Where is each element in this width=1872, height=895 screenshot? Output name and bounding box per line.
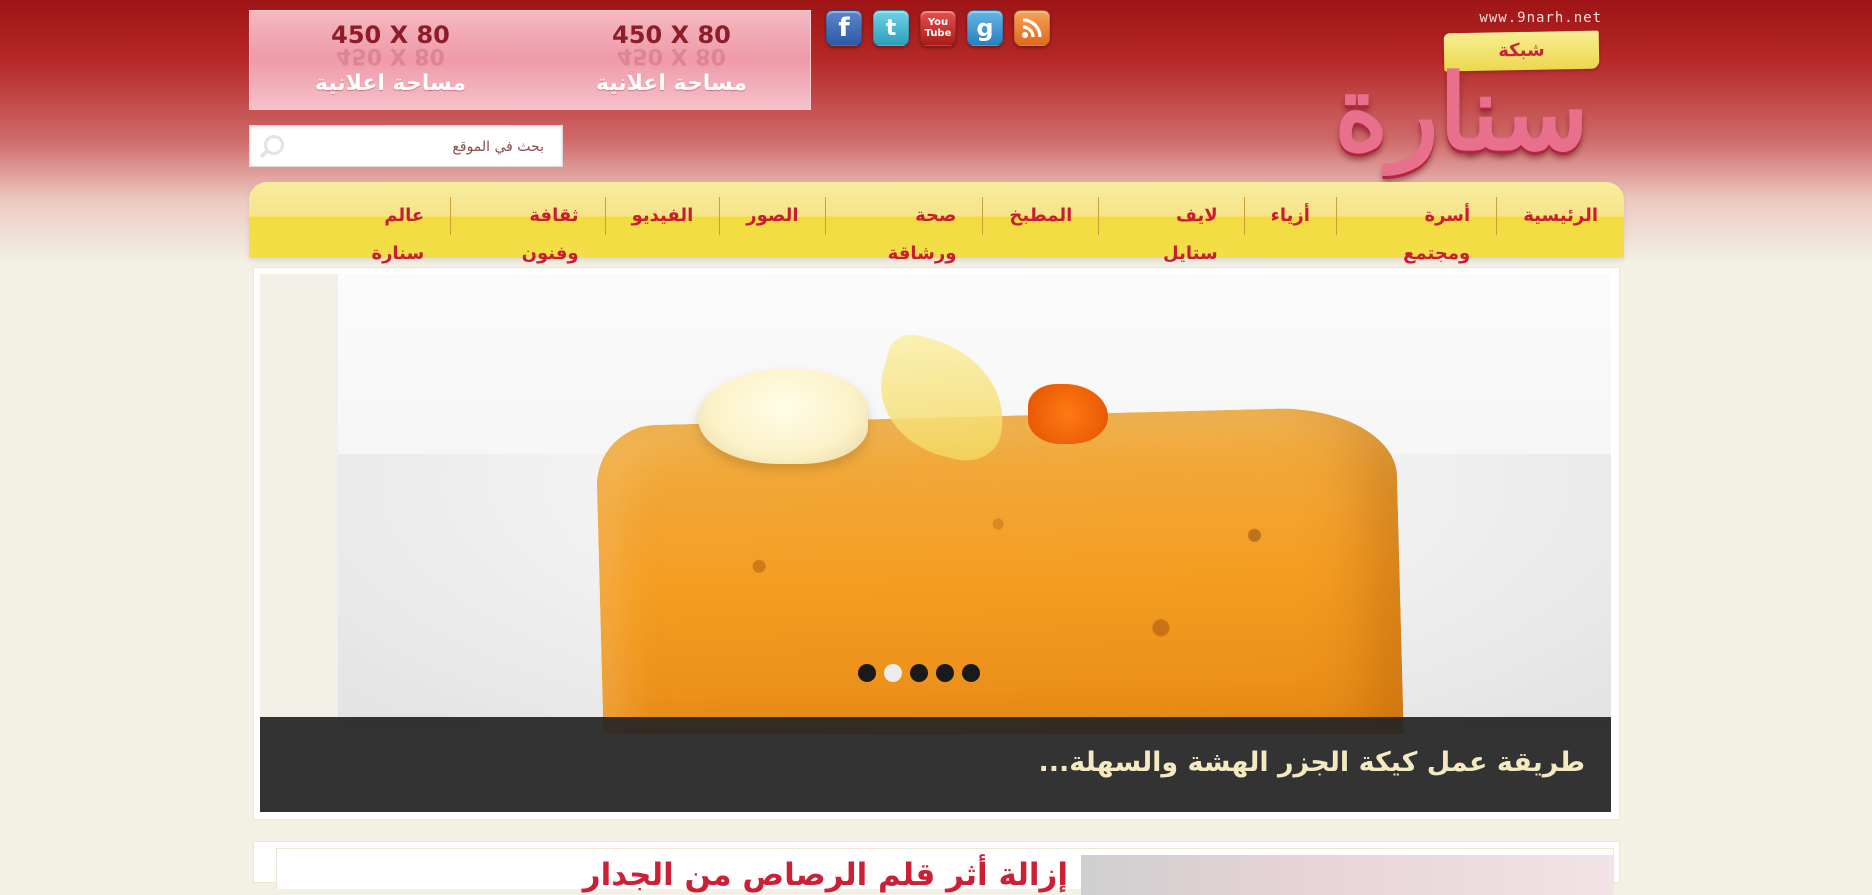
search-icon[interactable] — [264, 135, 284, 155]
ad-label: مساحة اعلانية — [596, 71, 747, 96]
nav-item-video[interactable]: الفيديو — [604, 197, 720, 235]
slider-pagination — [858, 664, 980, 682]
article-thumbnail[interactable] — [1081, 855, 1613, 895]
google-icon[interactable]: g — [967, 10, 1003, 46]
slide-orange-peel — [1028, 384, 1108, 444]
nav-item-photos[interactable]: الصور — [719, 197, 824, 235]
nav-item-family[interactable]: أسرة ومجتمع — [1335, 197, 1496, 264]
slide-cream — [698, 369, 868, 464]
slide-cake — [595, 405, 1405, 734]
rss-icon[interactable] — [1014, 10, 1050, 46]
article-card[interactable]: إزالة أثر قلم الرصاص من الجدار — [276, 848, 1614, 895]
logo-wordmark: سنارة — [1334, 51, 1589, 174]
nav-item-fashion[interactable]: أزياء — [1243, 197, 1336, 235]
page-wrapper: 450 X 80 450 X 80 مساحة اعلانية 450 X 80… — [249, 0, 1624, 895]
slider-dot[interactable] — [884, 664, 902, 682]
slider-dot[interactable] — [910, 664, 928, 682]
site-logo[interactable]: www.9narh.net شبكة سنارة — [1334, 0, 1624, 185]
nav-item-home[interactable]: الرئيسية — [1496, 197, 1624, 235]
youtube-glyph-top: You — [927, 17, 949, 28]
slide-caption[interactable]: طريقة عمل كيكة الجزر الهشة والسهلة... — [1038, 747, 1585, 778]
ad-slot-right[interactable]: 450 X 80 450 X 80 مساحة اعلانية — [531, 11, 812, 111]
search-box — [249, 125, 563, 167]
article-teaser: إزالة أثر قلم الرصاص من الجدار — [254, 842, 1619, 895]
twitter-icon[interactable]: t — [873, 10, 909, 46]
facebook-glyph: f — [838, 13, 850, 43]
slide-caption-bar[interactable]: طريقة عمل كيكة الجزر الهشة والسهلة... — [260, 717, 1611, 812]
slide-image[interactable] — [338, 274, 1611, 734]
article-title[interactable]: إزالة أثر قلم الرصاص من الجدار — [583, 857, 1068, 893]
nav-item-culture[interactable]: ثقافة وفنون — [450, 197, 604, 264]
rss-glyph — [1022, 18, 1042, 38]
slider-dot[interactable] — [858, 664, 876, 682]
google-glyph: g — [976, 14, 994, 42]
nav-item-kitchen[interactable]: المطبخ — [982, 197, 1098, 235]
slider-frame: طريقة عمل كيكة الجزر الهشة والسهلة... — [260, 274, 1611, 812]
ad-label: مساحة اعلانية — [315, 71, 466, 96]
youtube-glyph-bottom: Tube — [924, 28, 952, 39]
ad-slot-left[interactable]: 450 X 80 450 X 80 مساحة اعلانية — [250, 11, 531, 111]
slider-dot[interactable] — [962, 664, 980, 682]
featured-slider: طريقة عمل كيكة الجزر الهشة والسهلة... — [254, 268, 1619, 819]
slider-dot[interactable] — [936, 664, 954, 682]
nav-item-lifestyle[interactable]: لايف ستايل — [1098, 197, 1243, 264]
youtube-icon[interactable]: You Tube — [920, 10, 956, 46]
search-input[interactable] — [292, 134, 546, 160]
logo-url: www.9narh.net — [1479, 10, 1602, 26]
ad-banner[interactable]: 450 X 80 450 X 80 مساحة اعلانية 450 X 80… — [249, 10, 811, 110]
ad-size-reflection: 450 X 80 — [617, 43, 726, 68]
ad-size-reflection: 450 X 80 — [336, 43, 445, 68]
twitter-glyph: t — [885, 15, 897, 41]
nav-item-health[interactable]: صحة ورشاقة — [824, 197, 983, 264]
social-links: f t You Tube g — [826, 10, 1050, 46]
nav-item-sanara-world[interactable]: عالم سنارة — [309, 197, 450, 264]
main-navigation: الرئيسية أسرة ومجتمع أزياء لايف ستايل ال… — [249, 182, 1624, 264]
facebook-icon[interactable]: f — [826, 10, 862, 46]
